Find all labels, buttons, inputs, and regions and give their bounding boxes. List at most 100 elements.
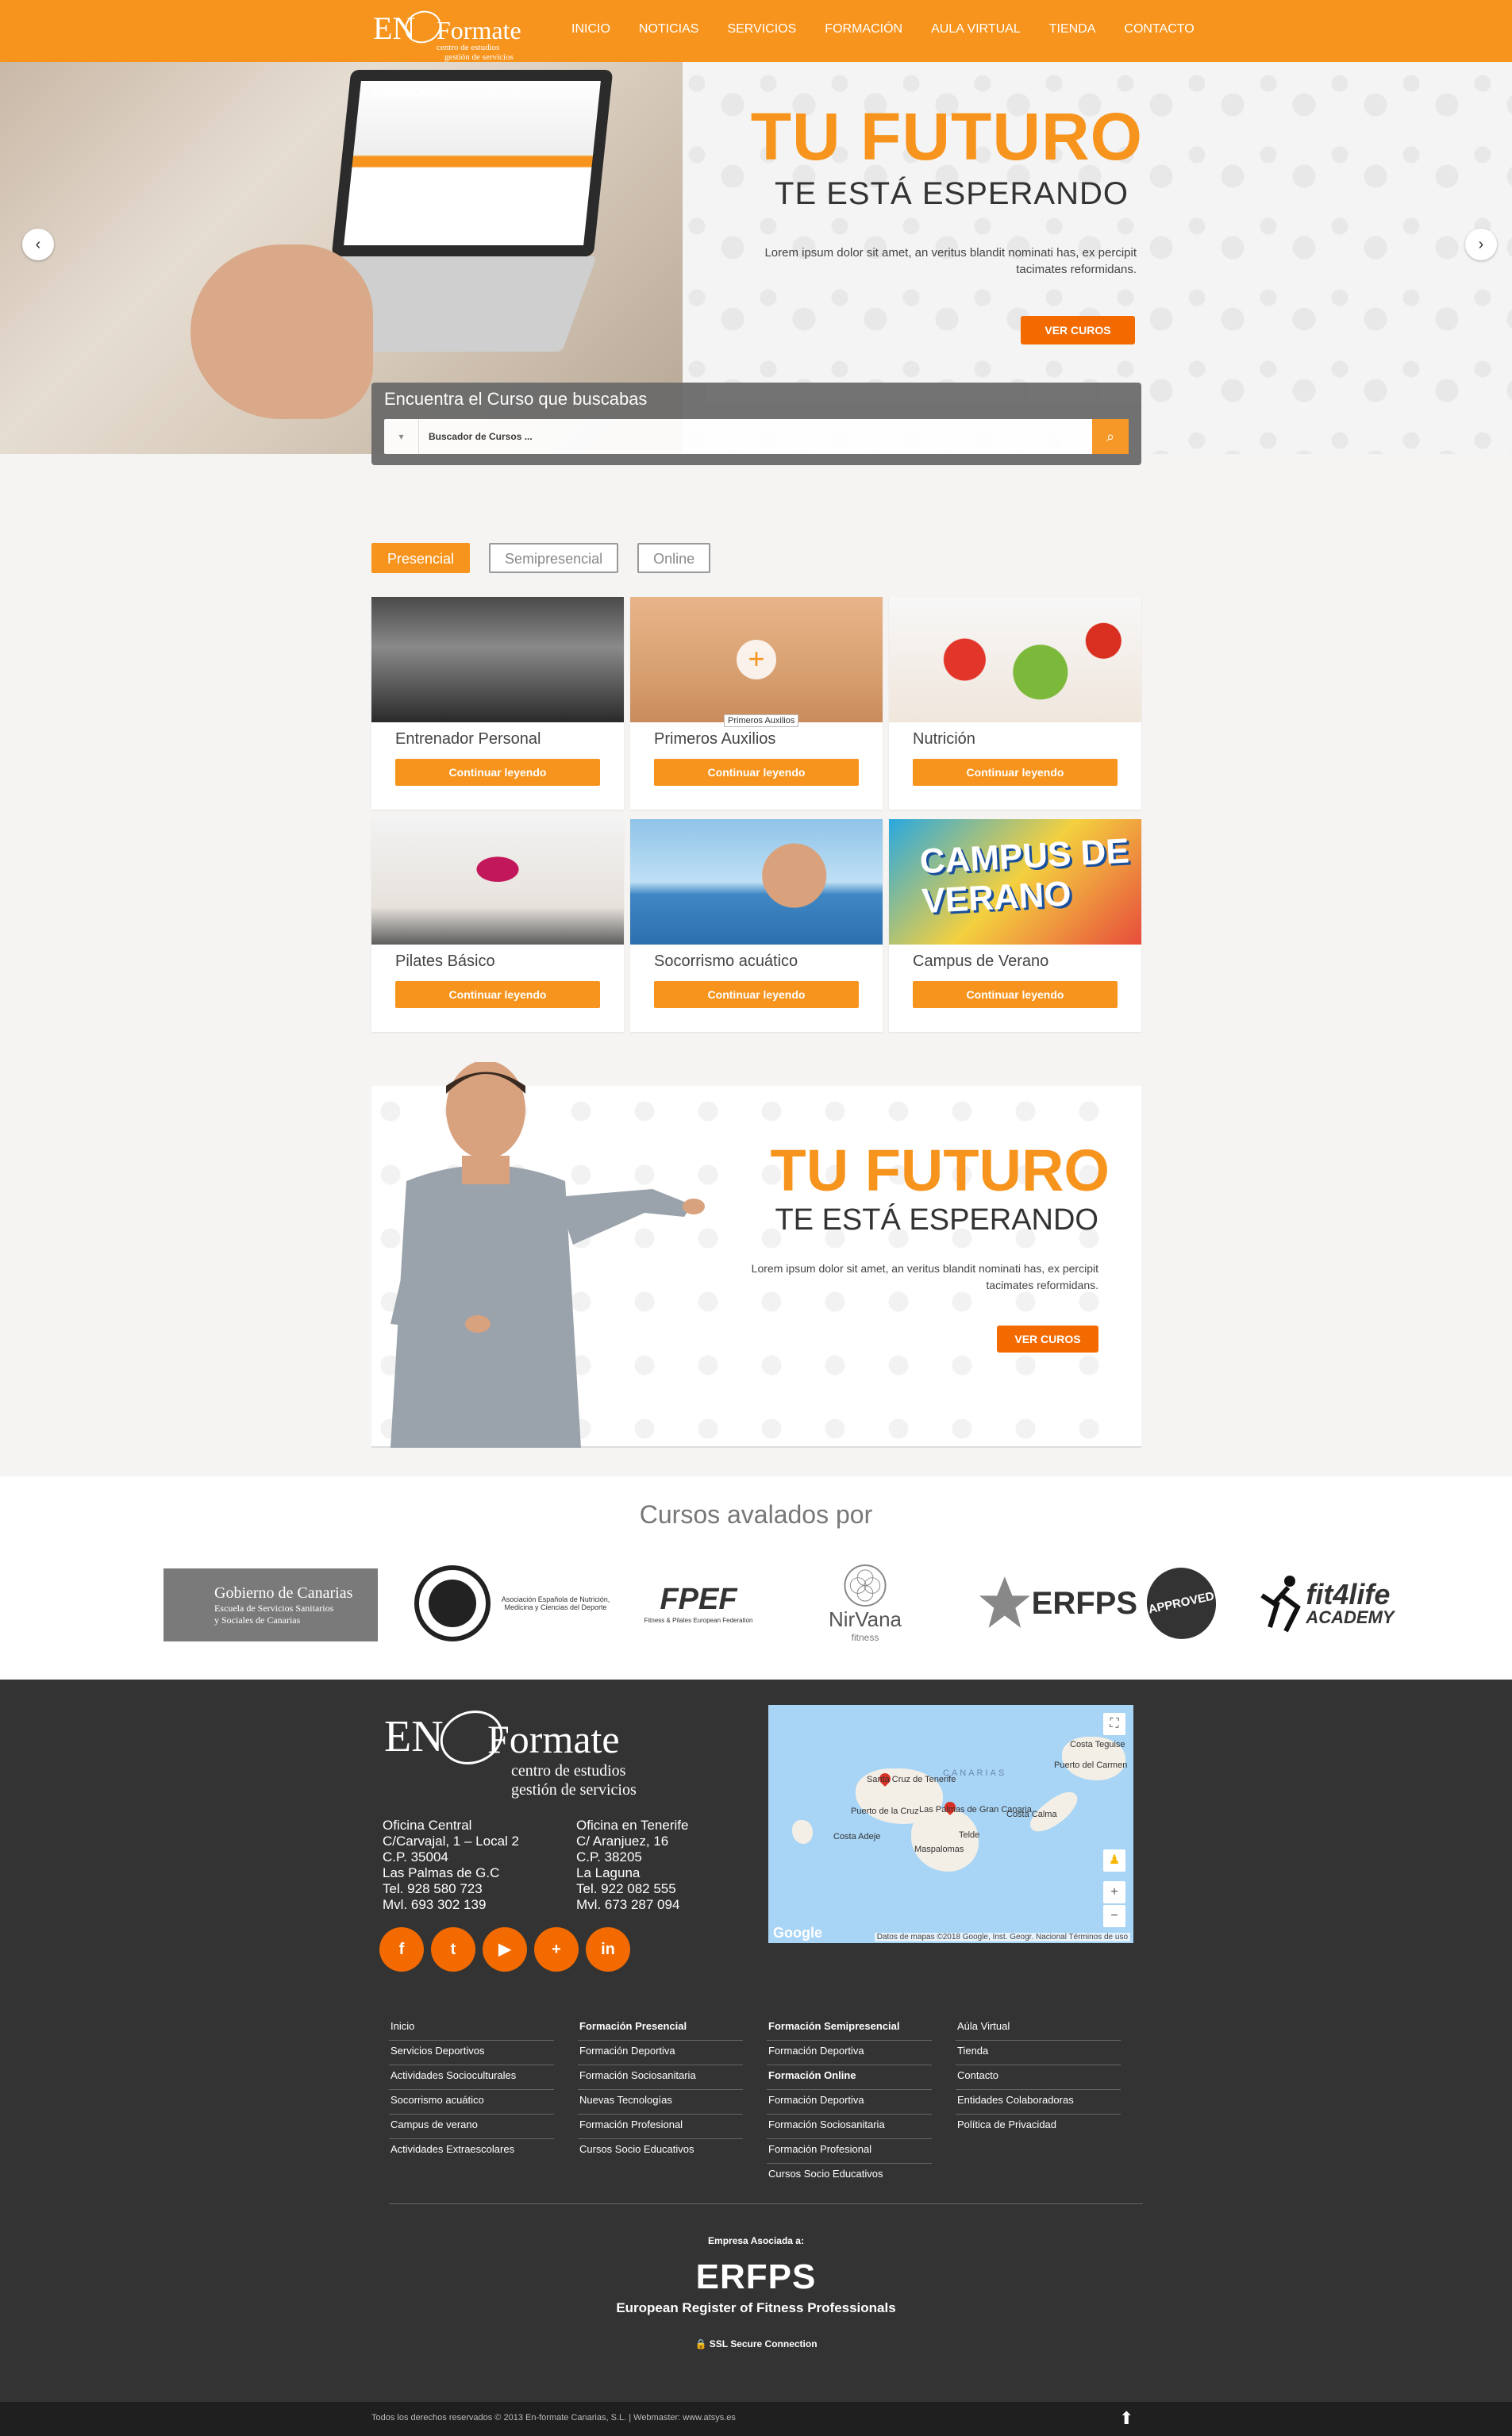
promo-description: Lorem ipsum dolor sit amet, an veritus b… bbox=[751, 1262, 1098, 1291]
footer-link[interactable]: Formación Profesional bbox=[578, 2115, 743, 2139]
continue-reading-button[interactable]: Continuar leyendo bbox=[654, 759, 859, 786]
course-tabs: Presencial Semipresencial Online bbox=[371, 543, 729, 573]
continue-reading-button[interactable]: Continuar leyendo bbox=[913, 981, 1118, 1008]
footer-link[interactable]: Cursos Socio Educativos bbox=[767, 2164, 932, 2188]
linkedin-icon[interactable]: in bbox=[586, 1927, 630, 1972]
fpef-logo[interactable]: FPEF Fitness & Pilates European Federati… bbox=[643, 1564, 754, 1643]
erfps-star-icon bbox=[979, 1576, 1030, 1628]
course-image[interactable]: CAMPUS DE VERANO bbox=[889, 819, 1141, 945]
footer-heading[interactable]: Formación Presencial bbox=[578, 2016, 743, 2041]
nav-aula-virtual[interactable]: AULA VIRTUAL bbox=[931, 22, 1021, 37]
course-title[interactable]: Primeros Auxilios bbox=[654, 730, 775, 749]
nav-contacto[interactable]: CONTACTO bbox=[1124, 22, 1194, 37]
footer-link[interactable]: Actividades Extraescolares bbox=[389, 2139, 554, 2164]
footer-link[interactable]: Socorrismo acuático bbox=[389, 2090, 554, 2115]
continue-reading-button[interactable]: Continuar leyendo bbox=[395, 981, 600, 1008]
zoom-in-button[interactable]: + bbox=[1103, 1881, 1125, 1903]
course-image[interactable] bbox=[371, 819, 624, 945]
search-icon[interactable]: ⌕ bbox=[1092, 419, 1129, 454]
tab-presencial[interactable]: Presencial bbox=[371, 543, 471, 573]
footer-link[interactable]: Aúla Virtual bbox=[956, 2016, 1121, 2041]
course-title[interactable]: Entrenador Personal bbox=[395, 730, 541, 749]
nirvana-logo[interactable]: NirVana fitness bbox=[802, 1564, 929, 1643]
location-map[interactable]: Santa Cruz de Tenerife Puerto de la Cruz… bbox=[768, 1705, 1133, 1943]
back-to-top-icon[interactable]: ⬆ bbox=[1119, 2408, 1133, 2429]
smiling-man-image bbox=[391, 1062, 705, 1448]
continue-reading-button[interactable]: Continuar leyendo bbox=[913, 759, 1118, 786]
tooltip: Primeros Auxilios bbox=[724, 714, 799, 727]
footer-heading[interactable]: Formación Online bbox=[767, 2065, 932, 2090]
continue-reading-button[interactable]: Continuar leyendo bbox=[395, 759, 600, 786]
nav-formacion[interactable]: FORMACIÓN bbox=[825, 22, 902, 37]
copyright-text: Todos los derechos reservados © 2013 En-… bbox=[371, 2413, 736, 2423]
aefnmcd-logo[interactable]: Asociación Española de Nutrición, Medici… bbox=[405, 1564, 619, 1643]
footer-link[interactable]: Política de Privacidad bbox=[956, 2115, 1121, 2139]
footer-link[interactable]: Formación Sociosanitaria bbox=[767, 2115, 932, 2139]
search-label: Encuentra el Curso que buscabas bbox=[384, 389, 648, 409]
tab-semipresencial[interactable]: Semipresencial bbox=[489, 543, 619, 573]
footer-link[interactable]: Nuevas Tecnologías bbox=[578, 2090, 743, 2115]
nav-inicio[interactable]: INICIO bbox=[571, 22, 610, 37]
next-arrow-icon[interactable]: › bbox=[1465, 229, 1497, 260]
flower-of-life-icon bbox=[844, 1564, 887, 1607]
gomera-island bbox=[792, 1820, 813, 1844]
ssl-badge: 🔒 SSL Secure Connection bbox=[694, 2338, 818, 2349]
footer-link[interactable]: Cursos Socio Educativos bbox=[578, 2139, 743, 2164]
office-central: Oficina Central C/Carvajal, 1 – Local 2 … bbox=[383, 1818, 519, 1912]
course-image[interactable] bbox=[630, 819, 883, 945]
footer-link[interactable]: Formación Sociosanitaria bbox=[578, 2065, 743, 2090]
lock-icon: 🔒 bbox=[694, 2338, 710, 2349]
footer-link[interactable]: Formación Deportiva bbox=[578, 2041, 743, 2065]
category-dropdown-icon[interactable]: ▾ bbox=[384, 419, 419, 454]
erfps-name: European Register of Fitness Professiona… bbox=[616, 2300, 896, 2315]
course-title[interactable]: Pilates Básico bbox=[395, 952, 495, 971]
footer-logo[interactable]: EN Formate centro de estudios gestión de… bbox=[384, 1702, 670, 1799]
footer-link[interactable]: Tienda bbox=[956, 2041, 1121, 2065]
footer-divider bbox=[389, 2203, 1143, 2204]
footer-link[interactable]: Contacto bbox=[956, 2065, 1121, 2090]
promo-ver-cursos-button[interactable]: VER CUROS bbox=[997, 1326, 1098, 1353]
site-logo[interactable]: EN Formate centro de estudios gestión de… bbox=[373, 6, 521, 62]
continue-reading-button[interactable]: Continuar leyendo bbox=[654, 981, 859, 1008]
promo-subtitle: TE ESTÁ ESPERANDO bbox=[775, 1203, 1098, 1237]
nav-tienda[interactable]: TIENDA bbox=[1049, 22, 1096, 37]
youtube-icon[interactable]: ▶ bbox=[483, 1927, 527, 1972]
hero-ver-cursos-button[interactable]: VER CUROS bbox=[1021, 316, 1135, 344]
course-title[interactable]: Nutrición bbox=[913, 730, 975, 749]
footer-link[interactable]: Servicios Deportivos bbox=[389, 2041, 554, 2065]
nav-noticias[interactable]: NOTICIAS bbox=[639, 22, 699, 37]
hero-title: TU FUTURO bbox=[750, 99, 1143, 174]
course-title[interactable]: Socorrismo acuático bbox=[654, 952, 798, 971]
footer-link[interactable]: Formación Profesional bbox=[767, 2139, 932, 2164]
campus-image-text: CAMPUS DE VERANO bbox=[918, 831, 1130, 922]
footer-link[interactable]: Entidades Colaboradoras bbox=[956, 2090, 1121, 2115]
google-plus-icon[interactable]: + bbox=[534, 1927, 579, 1972]
course-image[interactable] bbox=[371, 597, 624, 722]
prev-arrow-icon[interactable]: ‹ bbox=[22, 229, 54, 260]
course-title[interactable]: Campus de Verano bbox=[913, 952, 1048, 971]
footer-link[interactable]: Actividades Socioculturales bbox=[389, 2065, 554, 2090]
fit4life-logo[interactable]: fit4life ACADEMY bbox=[1235, 1564, 1418, 1643]
search-input[interactable] bbox=[429, 419, 1079, 454]
footer-link[interactable]: Formación Deportiva bbox=[767, 2090, 932, 2115]
fullscreen-icon[interactable]: ⛶ bbox=[1103, 1713, 1125, 1735]
footer-link[interactable]: Inicio bbox=[389, 2016, 554, 2041]
course-image[interactable] bbox=[889, 597, 1141, 722]
tab-online[interactable]: Online bbox=[637, 543, 711, 573]
erfps-footer-logo[interactable]: ERFPS bbox=[0, 2257, 1512, 2297]
map-copyright[interactable]: Datos de mapas ©2018 Google, Inst. Geogr… bbox=[874, 1933, 1130, 1941]
erfps-logo[interactable]: ERFPS APPROVED bbox=[978, 1561, 1223, 1646]
footer-heading[interactable]: Formación Semipresencial bbox=[767, 2016, 932, 2041]
gobierno-canarias-logo[interactable]: Gobierno de Canarias Escuela de Servicio… bbox=[164, 1568, 378, 1641]
nav-servicios[interactable]: SERVICIOS bbox=[727, 22, 796, 37]
zoom-out-button[interactable]: − bbox=[1103, 1905, 1125, 1927]
footer-link[interactable]: Formación Deportiva bbox=[767, 2041, 932, 2065]
logo-formate: Formate bbox=[437, 16, 521, 44]
pegman-icon[interactable]: ♟ bbox=[1103, 1849, 1125, 1872]
footer-link[interactable]: Campus de verano bbox=[389, 2115, 554, 2139]
twitter-icon[interactable]: t bbox=[431, 1927, 475, 1972]
bottom-bar: Todos los derechos reservados © 2013 En-… bbox=[0, 2402, 1512, 2436]
course-card: + Primeros Auxilios Primeros Auxilios Co… bbox=[630, 597, 883, 810]
plus-icon[interactable]: + bbox=[737, 640, 776, 679]
facebook-icon[interactable]: f bbox=[379, 1927, 424, 1972]
